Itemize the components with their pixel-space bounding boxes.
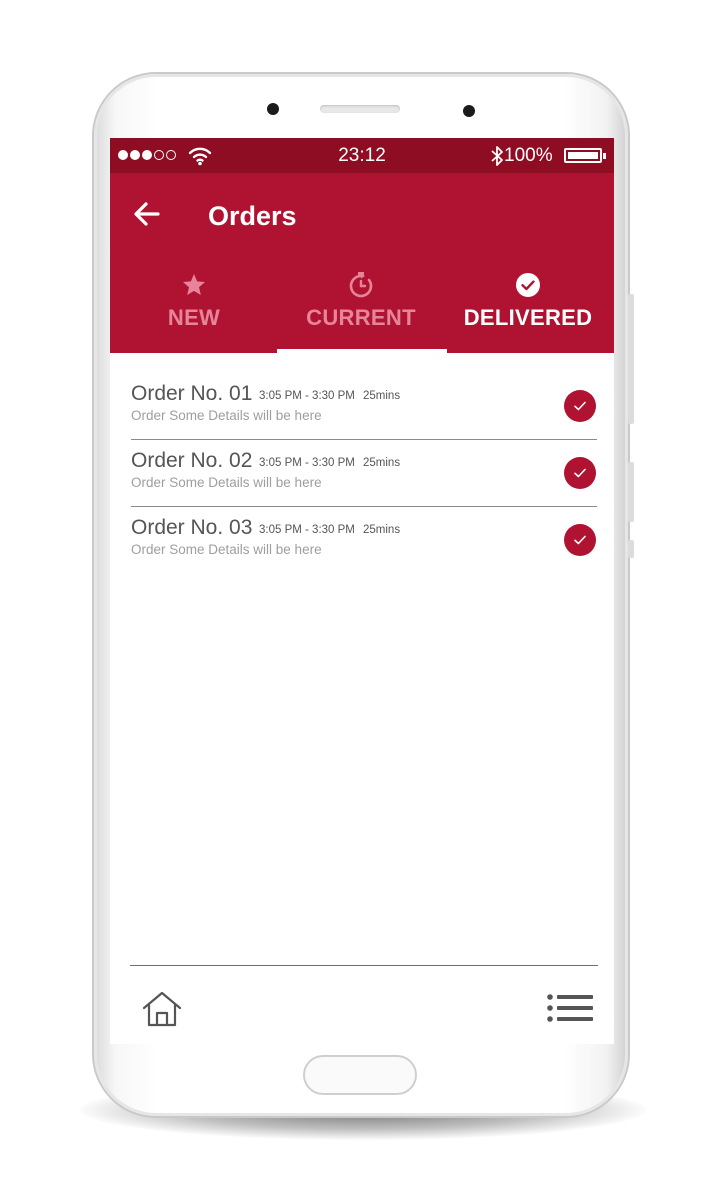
delivered-check-icon[interactable] <box>564 524 596 556</box>
order-details: Order Some Details will be here <box>131 408 322 423</box>
menu-list-icon[interactable] <box>546 992 594 1024</box>
order-duration: 25mins <box>363 457 401 469</box>
tab-indicator <box>277 349 447 353</box>
tab-new[interactable]: NEW <box>110 271 278 343</box>
order-list: Order No. 01 3:05 PM - 3:30 PM 25mins Or… <box>131 378 597 579</box>
timer-icon <box>349 272 373 298</box>
order-title: Order No. 03 <box>131 516 253 539</box>
proximity-sensor <box>463 105 475 117</box>
battery-percent: 100% <box>504 145 553 166</box>
order-time: 3:05 PM - 3:30 PM <box>259 524 355 536</box>
tab-delivered-label: DELIVERED <box>463 305 593 330</box>
order-details: Order Some Details will be here <box>131 542 322 557</box>
battery-icon <box>564 148 606 163</box>
physical-home-button[interactable] <box>303 1055 417 1095</box>
bottom-nav <box>110 966 614 1044</box>
power-button <box>628 462 634 522</box>
screen: 23:12 100% Orders NEW CURRENT DELIVERED … <box>110 138 614 1044</box>
bluetooth-icon <box>491 146 503 166</box>
tab-current-label: CURRENT <box>306 305 416 330</box>
side-key <box>628 540 634 558</box>
order-details: Order Some Details will be here <box>131 475 322 490</box>
app-bar: Orders NEW CURRENT DELIVERED <box>110 173 614 353</box>
list-item[interactable]: Order No. 03 3:05 PM - 3:30 PM 25mins Or… <box>131 512 597 579</box>
order-duration: 25mins <box>363 390 401 402</box>
list-item[interactable]: Order No. 01 3:05 PM - 3:30 PM 25mins Or… <box>131 378 597 445</box>
delivered-check-icon[interactable] <box>564 390 596 422</box>
home-icon[interactable] <box>141 990 183 1028</box>
star-icon <box>183 274 205 295</box>
list-item[interactable]: Order No. 02 3:05 PM - 3:30 PM 25mins Or… <box>131 445 597 512</box>
earpiece-speaker <box>320 105 400 113</box>
order-title: Order No. 02 <box>131 449 253 472</box>
front-camera <box>267 103 279 115</box>
divider <box>131 439 597 440</box>
delivered-check-icon[interactable] <box>564 457 596 489</box>
back-arrow-icon[interactable] <box>132 199 162 229</box>
volume-button <box>628 294 634 424</box>
tab-new-label: NEW <box>167 305 221 330</box>
tab-current[interactable]: CURRENT <box>277 271 445 343</box>
order-duration: 25mins <box>363 524 401 536</box>
order-title: Order No. 01 <box>131 382 253 405</box>
status-bar: 23:12 100% <box>110 138 614 173</box>
check-circle-icon <box>516 273 540 297</box>
order-time: 3:05 PM - 3:30 PM <box>259 457 355 469</box>
divider <box>131 506 597 507</box>
order-time: 3:05 PM - 3:30 PM <box>259 390 355 402</box>
page-title: Orders <box>208 201 297 231</box>
tab-delivered[interactable]: DELIVERED <box>444 271 612 343</box>
